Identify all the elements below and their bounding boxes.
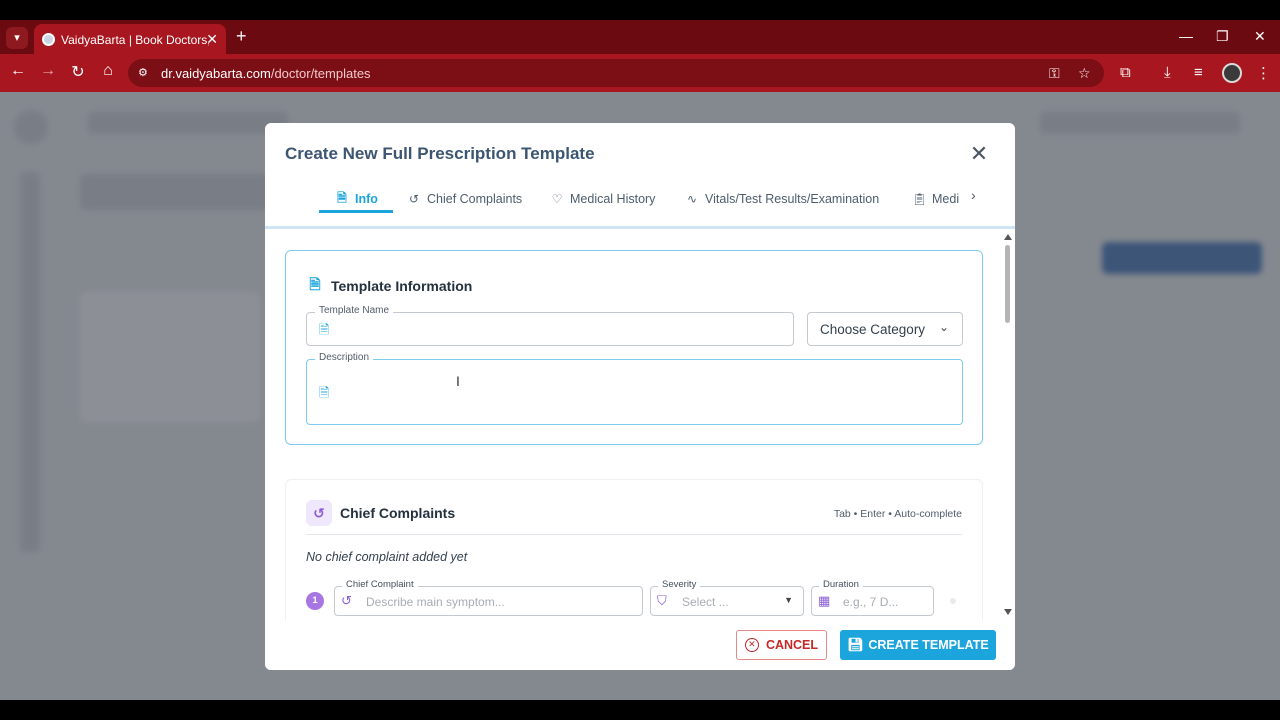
tab-medications-label: Medi bbox=[932, 192, 960, 206]
row-number-badge: 1 bbox=[306, 592, 324, 610]
template-name-field[interactable]: Template Name 🗎 bbox=[306, 305, 794, 346]
duration-input[interactable]: Duration ▦ e.g., 7 D... bbox=[811, 579, 934, 616]
save-icon: 💾︎ bbox=[847, 637, 864, 652]
divider bbox=[306, 534, 962, 535]
chief-complaint-label: Chief Complaint bbox=[342, 579, 418, 590]
calendar-icon: ▦ bbox=[818, 593, 831, 608]
activity-icon: ∿ bbox=[686, 192, 698, 206]
severity-label: Severity bbox=[658, 579, 701, 590]
document-icon: 🗎 bbox=[337, 190, 347, 205]
browser-tabstrip: ▾ VaidyaBarta | Book Doctors, Appointmen… bbox=[0, 20, 1280, 54]
severity-placeholder: Select ... bbox=[682, 595, 729, 609]
tabs-scroll-right-icon[interactable]: › bbox=[971, 187, 976, 203]
tab-vitals[interactable]: ∿ Vitals/Test Results/Examination bbox=[685, 185, 879, 213]
empty-state-text: No chief complaint added yet bbox=[306, 550, 468, 564]
tab-medical-history[interactable]: ♡ Medical History bbox=[550, 185, 656, 213]
duration-placeholder: e.g., 7 D... bbox=[843, 595, 899, 609]
bottom-letterbox bbox=[0, 700, 1280, 720]
cancel-circle-icon: ✕ bbox=[744, 638, 759, 652]
tab-chief-complaints-label: Chief Complaints bbox=[427, 192, 523, 206]
browser-tab[interactable]: VaidyaBarta | Book Doctors, Appointments… bbox=[34, 24, 226, 54]
tab-chief-complaints[interactable]: ↺ Chief Complaints bbox=[407, 185, 522, 213]
site-info-icon[interactable]: ⚙ bbox=[138, 66, 150, 79]
forward-icon[interactable]: → bbox=[38, 62, 58, 80]
tab-info-label: Info bbox=[355, 192, 378, 206]
media-control-icon[interactable]: ≡ bbox=[1194, 64, 1203, 81]
tab-search-icon[interactable]: ▾ bbox=[6, 27, 28, 49]
scroll-up-arrow-icon[interactable] bbox=[1004, 234, 1012, 240]
document-icon: 🗎 bbox=[309, 276, 321, 292]
home-icon[interactable]: ⌂ bbox=[98, 62, 118, 80]
active-tab-indicator bbox=[319, 210, 393, 213]
chief-complaint-placeholder: Describe main symptom... bbox=[366, 595, 505, 609]
tab-close-icon[interactable]: ✕ bbox=[206, 31, 218, 48]
reload-icon[interactable]: ↻ bbox=[68, 62, 88, 82]
shield-alert-icon: ⛉ bbox=[657, 593, 667, 608]
tab-info[interactable]: 🗎 Info bbox=[335, 185, 378, 213]
description-label: Description bbox=[315, 352, 374, 363]
template-information-card: 🗎 Template Information Template Name 🗎 C… bbox=[285, 250, 983, 445]
tab-vitals-label: Vitals/Test Results/Examination bbox=[705, 192, 880, 206]
create-template-button[interactable]: 💾︎ CREATE TEMPLATE bbox=[840, 630, 996, 660]
modal-close-icon[interactable]: ✕ bbox=[967, 143, 991, 167]
heart-pulse-icon: ♡ bbox=[551, 192, 563, 206]
description-field[interactable]: Description 🗎 bbox=[306, 352, 963, 425]
remove-row-icon[interactable] bbox=[950, 598, 956, 604]
severity-select[interactable]: Severity ⛉ Select ... ▼ bbox=[650, 579, 804, 616]
tab-medications[interactable]: 📋︎ Medi bbox=[912, 185, 962, 213]
create-template-modal: Create New Full Prescription Template ✕ … bbox=[265, 123, 1015, 670]
address-bar[interactable]: ⚙ dr.vaidyabarta.com/doctor/templates ⚿ … bbox=[128, 59, 1104, 87]
chief-complaints-heading: ↺ Chief Complaints bbox=[306, 500, 455, 526]
history-icon: ↺ bbox=[341, 593, 352, 608]
new-tab-icon[interactable]: + bbox=[236, 26, 247, 47]
cancel-button[interactable]: ✕ CANCEL bbox=[736, 630, 827, 660]
modal-body: 🗎 Template Information Template Name 🗎 C… bbox=[265, 229, 1015, 620]
caret-down-icon: ▼ bbox=[784, 595, 793, 605]
category-select[interactable]: Choose Category ⌄ bbox=[807, 312, 963, 346]
history-icon: ↺ bbox=[408, 192, 420, 206]
extensions-icon[interactable]: ⧉ bbox=[1120, 64, 1131, 81]
modal-footer: ✕ CANCEL 💾︎ CREATE TEMPLATE bbox=[265, 620, 1015, 670]
chief-complaints-card: ↺ Chief Complaints Tab • Enter • Auto-co… bbox=[285, 479, 983, 620]
tab-medical-history-label: Medical History bbox=[570, 192, 656, 206]
chevron-down-icon: ⌄ bbox=[938, 320, 949, 334]
template-tabs: 🗎 Info ↺ Chief Complaints ♡ Medical Hist… bbox=[265, 177, 1015, 229]
menu-kebab-icon[interactable]: ⋮ bbox=[1256, 64, 1271, 82]
modal-scrollbar[interactable] bbox=[1003, 231, 1013, 618]
scroll-thumb[interactable] bbox=[1005, 245, 1010, 323]
chief-complaints-title: Chief Complaints bbox=[340, 505, 456, 521]
create-template-button-label: CREATE TEMPLATE bbox=[868, 638, 989, 652]
password-key-icon[interactable]: ⚿ bbox=[1049, 65, 1060, 82]
duration-label: Duration bbox=[819, 579, 863, 590]
restore-icon[interactable]: ❐ bbox=[1216, 28, 1229, 45]
template-information-title: Template Information bbox=[331, 278, 473, 294]
profile-avatar[interactable] bbox=[1222, 63, 1242, 83]
window-close-icon[interactable]: ✕ bbox=[1254, 28, 1266, 45]
template-name-label: Template Name bbox=[315, 305, 394, 316]
document-icon: 🗎 bbox=[319, 322, 330, 337]
document-icon: 🗎 bbox=[319, 385, 330, 400]
template-information-heading: 🗎 Template Information bbox=[308, 274, 472, 298]
download-icon[interactable]: ⤓ bbox=[1164, 64, 1171, 81]
scroll-down-arrow-icon[interactable] bbox=[1004, 609, 1012, 615]
category-select-value: Choose Category bbox=[820, 322, 926, 337]
url-text: dr.vaidyabarta.com/doctor/templates bbox=[161, 66, 371, 81]
clipboard-icon: 📋︎ bbox=[912, 192, 928, 206]
chief-complaint-input[interactable]: Chief Complaint ↺ Describe main symptom.… bbox=[334, 579, 643, 616]
tab-title: VaidyaBarta | Book Doctors, Appointments bbox=[61, 33, 209, 47]
keyboard-hint: Tab • Enter • Auto-complete bbox=[833, 508, 962, 520]
screen: ▾ VaidyaBarta | Book Doctors, Appointmen… bbox=[0, 0, 1280, 720]
site-favicon-icon bbox=[42, 33, 55, 46]
history-icon: ↺ bbox=[306, 500, 332, 526]
text-cursor-icon: I bbox=[456, 373, 460, 389]
bookmark-star-icon[interactable]: ☆ bbox=[1078, 65, 1091, 82]
browser-toolbar: ← → ↻ ⌂ ⚙ dr.vaidyabarta.com/doctor/temp… bbox=[0, 54, 1280, 92]
back-icon[interactable]: ← bbox=[8, 62, 28, 80]
cancel-button-label: CANCEL bbox=[765, 638, 819, 652]
modal-title: Create New Full Prescription Template bbox=[285, 144, 595, 163]
minimize-icon[interactable]: — bbox=[1179, 28, 1193, 44]
